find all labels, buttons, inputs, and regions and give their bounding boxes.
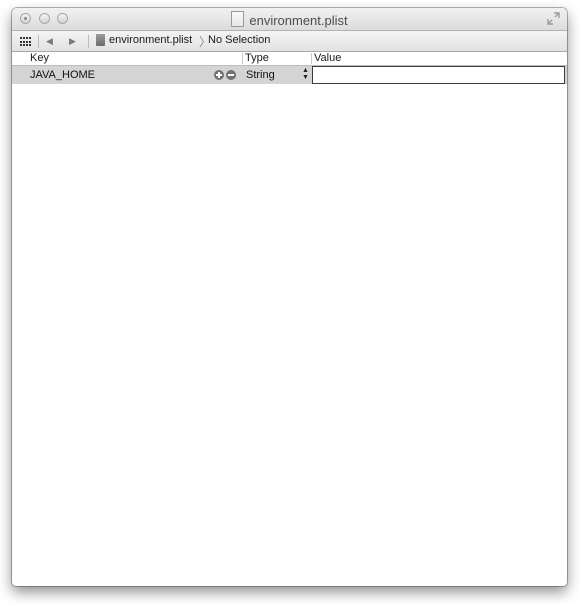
file-icon: [96, 34, 105, 46]
column-header-value[interactable]: Value: [314, 52, 341, 65]
breadcrumb-selection[interactable]: No Selection: [208, 34, 270, 46]
document-icon: [231, 11, 245, 27]
remove-item-icon[interactable]: [226, 70, 236, 80]
back-arrow-icon[interactable]: ◀: [46, 36, 53, 46]
value-field[interactable]: [312, 66, 565, 84]
plist-editor-window: environment.plist ◀ ▶ environment.plist: [12, 8, 567, 586]
type-stepper-icon[interactable]: ▲ ▼: [302, 67, 309, 81]
column-divider[interactable]: [311, 53, 312, 64]
table-row[interactable]: JAVA_HOME String ▲ ▼: [12, 66, 567, 84]
jump-bar: ◀ ▶ environment.plist 〉 No Selection: [12, 31, 567, 52]
add-item-icon[interactable]: [214, 70, 224, 80]
title-bar[interactable]: environment.plist: [12, 8, 567, 31]
type-cell[interactable]: String: [246, 68, 275, 82]
column-divider[interactable]: [242, 53, 243, 64]
breadcrumb-file[interactable]: environment.plist: [109, 34, 192, 46]
forward-arrow-icon[interactable]: ▶: [69, 36, 76, 46]
key-cell[interactable]: JAVA_HOME: [30, 68, 95, 82]
toolbar-divider: [88, 35, 89, 48]
column-header-key[interactable]: Key: [30, 52, 49, 65]
window-title-area: environment.plist: [12, 11, 567, 28]
window-title: environment.plist: [249, 13, 348, 28]
fullscreen-icon[interactable]: [547, 12, 560, 25]
column-header-type[interactable]: Type: [245, 52, 269, 65]
toolbar-divider: [38, 35, 39, 48]
column-header-row: Key Type Value: [12, 52, 567, 66]
grid-icon[interactable]: [20, 37, 32, 46]
